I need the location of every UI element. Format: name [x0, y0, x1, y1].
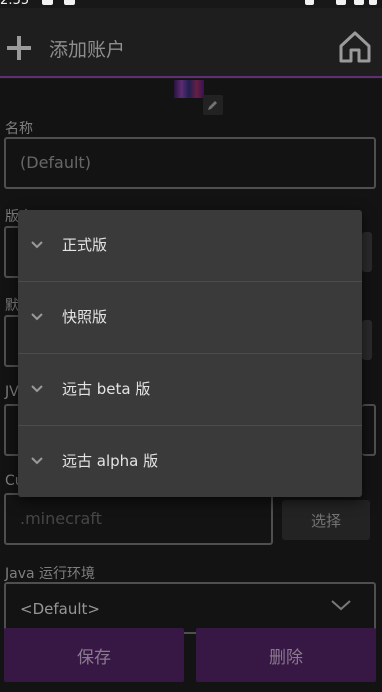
notification-icon [42, 0, 53, 5]
chevron-down-icon [31, 313, 43, 321]
dropdown-item-label: 远古 alpha 版 [62, 452, 159, 470]
battery-icon [369, 0, 377, 5]
vibrate-icon [305, 0, 314, 5]
signal-icon [354, 0, 364, 5]
status-time: 2:55 [0, 0, 30, 8]
dropdown-item-old-beta[interactable]: 远古 beta 版 [18, 354, 362, 426]
dropdown-item-old-alpha[interactable]: 远古 alpha 版 [18, 426, 362, 498]
plus-icon[interactable] [7, 36, 31, 60]
notification-icon [64, 0, 75, 5]
wifi-icon [336, 0, 346, 5]
dropdown-item-label: 远古 beta 版 [62, 380, 151, 398]
status-bar: 2:55 [0, 0, 382, 8]
home-icon[interactable] [338, 30, 372, 64]
dropdown-item-snapshot[interactable]: 快照版 [18, 282, 362, 354]
page-title: 添加账户 [49, 39, 126, 61]
chevron-down-icon [31, 457, 43, 465]
app-bar: 添加账户 [0, 8, 382, 78]
version-type-dropdown: 正式版 快照版 远古 beta 版 远古 alpha 版 [18, 210, 362, 497]
chevron-down-icon [31, 241, 43, 249]
dropdown-item-label: 快照版 [62, 308, 108, 326]
dropdown-item-label: 正式版 [62, 236, 108, 254]
dropdown-item-release[interactable]: 正式版 [18, 210, 362, 282]
chevron-down-icon [31, 385, 43, 393]
